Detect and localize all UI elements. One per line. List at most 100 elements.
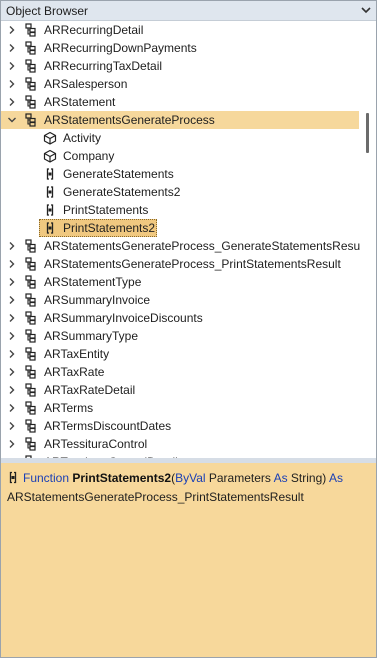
chevron-right-icon[interactable] <box>7 349 17 359</box>
tree-class-item[interactable]: ARTerms <box>1 399 359 417</box>
method-icon <box>43 167 57 181</box>
class-icon <box>24 23 38 37</box>
tree-member-item[interactable]: PrintStatements2 <box>1 219 359 237</box>
chevron-right-icon[interactable] <box>7 313 17 323</box>
chevron-right-icon[interactable] <box>7 43 17 53</box>
tree-class-item[interactable]: ARStatementsGenerateProcess_GenerateStat… <box>1 237 366 255</box>
tree-class-item[interactable]: ARTermsDiscountDates <box>1 417 359 435</box>
tree-class-item[interactable]: ARSummaryInvoiceDiscounts <box>1 309 359 327</box>
class-icon <box>24 275 38 289</box>
class-icon <box>24 383 38 397</box>
tree-class-item[interactable]: ARRecurringDetail <box>1 21 359 39</box>
tree-member-item[interactable]: GenerateStatements <box>1 165 359 183</box>
tree-item-label: ARStatementType <box>44 275 142 289</box>
tree-item-label: Company <box>63 149 115 163</box>
panel-title: Object Browser <box>6 4 89 18</box>
function-name: PrintStatements2 <box>72 471 172 485</box>
tree-item-label: ARRecurringTaxDetail <box>44 59 163 73</box>
method-icon <box>43 203 57 217</box>
tree-item-label: ARSummaryInvoiceDiscounts <box>44 311 203 325</box>
description-pane: Function PrintStatements2(ByVal Paramete… <box>1 463 376 657</box>
tree-class-item[interactable]: ARStatementType <box>1 273 359 291</box>
method-icon <box>9 471 17 484</box>
tree-member-item[interactable]: PrintStatements <box>1 201 359 219</box>
class-icon <box>24 437 38 451</box>
tree-item-label: ARTerms <box>44 401 94 415</box>
chevron-down-icon[interactable] <box>360 4 372 16</box>
tree-item-label: ARRecurringDownPayments <box>44 41 197 55</box>
class-icon <box>24 311 38 325</box>
tree-item-label: PrintStatements <box>63 203 149 217</box>
chevron-right-icon[interactable] <box>7 241 17 251</box>
tree-class-item[interactable]: ARSalesperson <box>1 75 359 93</box>
chevron-right-icon[interactable] <box>7 277 17 287</box>
keyword-as: As <box>273 471 288 485</box>
object-browser-panel: Object Browser ARRecurringDetail ARRecurr… <box>0 0 377 658</box>
tree-item-label: PrintStatements2 <box>63 221 156 235</box>
tree-item-label: ARTaxRate <box>44 365 105 379</box>
class-icon <box>24 239 38 253</box>
class-icon <box>24 419 38 433</box>
param-type: String) <box>287 471 329 485</box>
class-icon <box>24 95 38 109</box>
tree-class-item[interactable]: ARTessituraControl <box>1 435 359 453</box>
tree-member-item[interactable]: Activity <box>1 129 359 147</box>
chevron-right-icon[interactable] <box>7 97 17 107</box>
chevron-right-icon[interactable] <box>7 439 17 449</box>
tree-item-label: ARStatementsGenerateProcess_PrintStateme… <box>44 257 341 271</box>
keyword-byval: ByVal <box>175 471 206 485</box>
keyword-as-return: As <box>328 471 343 485</box>
tree-item-label: ARTessituraControl <box>44 437 148 451</box>
chevron-right-icon[interactable] <box>7 403 17 413</box>
tree-item-label: ARRecurringDetail <box>44 23 144 37</box>
tree-class-item[interactable]: ARRecurringDownPayments <box>1 39 359 57</box>
tree-item-label: GenerateStatements <box>63 167 174 181</box>
tree-class-item[interactable]: ARSummaryType <box>1 327 359 345</box>
tree-item-label: ARSalesperson <box>44 77 128 91</box>
tree-member-item[interactable]: Company <box>1 147 359 165</box>
tree-class-item[interactable]: ARTaxEntity <box>1 345 359 363</box>
tree-item-label: ARStatementsGenerateProcess_GenerateStat… <box>44 239 367 253</box>
chevron-right-icon[interactable] <box>7 25 17 35</box>
tree-class-item[interactable]: ARStatementsGenerateProcess <box>1 111 359 129</box>
class-icon <box>24 113 38 127</box>
class-icon <box>24 347 38 361</box>
property-icon <box>43 149 57 163</box>
tree-member-item[interactable]: GenerateStatements2 <box>1 183 359 201</box>
tree-item-label: Activity <box>63 131 102 145</box>
return-type: ARStatementsGenerateProcess_PrintStateme… <box>7 490 304 504</box>
tree-item-label: GenerateStatements2 <box>63 185 181 199</box>
class-icon <box>24 257 38 271</box>
chevron-down-icon[interactable] <box>7 115 17 125</box>
tree-class-item[interactable]: ARTaxRate <box>1 363 359 381</box>
keyword-function: Function <box>23 471 70 485</box>
tree-item-label: ARStatement <box>44 95 116 109</box>
member-signature: Function PrintStatements2(ByVal Paramete… <box>7 471 343 485</box>
class-icon <box>24 293 38 307</box>
chevron-right-icon[interactable] <box>7 61 17 71</box>
chevron-right-icon[interactable] <box>7 421 17 431</box>
chevron-right-icon[interactable] <box>7 259 17 269</box>
tree-class-item[interactable]: ARTaxRateDetail <box>1 381 359 399</box>
vertical-scrollbar[interactable] <box>360 21 376 458</box>
class-icon <box>24 77 38 91</box>
tree-class-item[interactable]: ARRecurringTaxDetail <box>1 57 359 75</box>
object-tree[interactable]: ARRecurringDetail ARRecurringDownPayments… <box>1 21 376 458</box>
tree-class-item[interactable]: ARSummaryInvoice <box>1 291 359 309</box>
tree-item-label: ARSummaryInvoice <box>44 293 151 307</box>
scrollbar-thumb[interactable] <box>366 113 369 153</box>
chevron-right-icon[interactable] <box>7 385 17 395</box>
chevron-right-icon[interactable] <box>7 331 17 341</box>
method-icon <box>43 221 57 235</box>
class-icon <box>24 41 38 55</box>
class-icon <box>24 365 38 379</box>
chevron-right-icon[interactable] <box>7 295 17 305</box>
class-icon <box>24 59 38 73</box>
title-bar: Object Browser <box>1 1 376 21</box>
chevron-right-icon[interactable] <box>7 79 17 89</box>
tree-item-label: ARTaxRateDetail <box>44 383 136 397</box>
tree-item-label: ARTaxEntity <box>44 347 110 361</box>
tree-class-item[interactable]: ARStatement <box>1 93 359 111</box>
tree-class-item[interactable]: ARStatementsGenerateProcess_PrintStateme… <box>1 255 359 273</box>
chevron-right-icon[interactable] <box>7 367 17 377</box>
